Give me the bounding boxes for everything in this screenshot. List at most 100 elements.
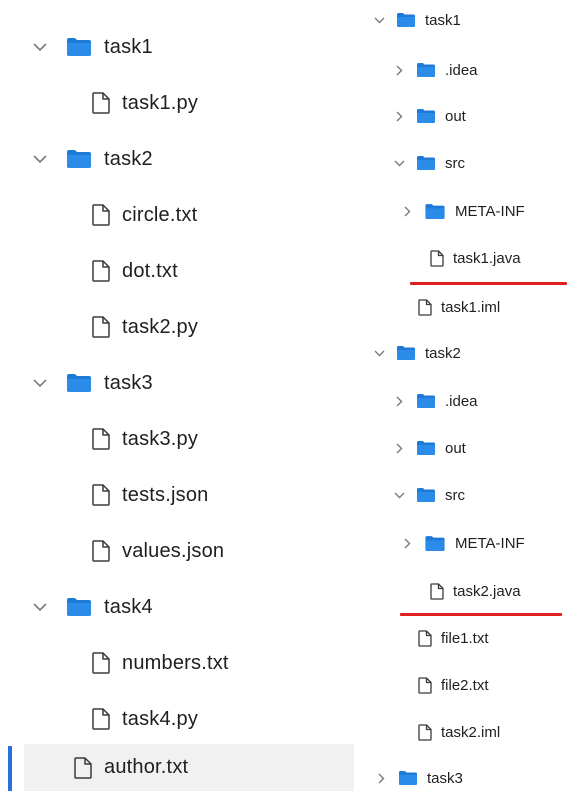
chevron-right-icon[interactable]: [392, 63, 406, 77]
chevron-down-icon[interactable]: [30, 149, 50, 169]
tree-item-label: file2.txt: [441, 676, 489, 694]
file-icon: [92, 484, 110, 506]
tree-file-task1-py[interactable]: task1.py: [92, 81, 198, 125]
file-icon: [92, 428, 110, 450]
tree-item-label: .idea: [445, 61, 478, 79]
tree-item-label: dot.txt: [122, 259, 178, 282]
tree-folder-src[interactable]: src: [392, 145, 465, 181]
left-file-tree: task1 task1.py task2 circle.txt dot.txt: [0, 0, 360, 791]
file-icon: [92, 652, 110, 674]
underline-mark: [400, 613, 562, 616]
chevron-down-icon[interactable]: [372, 346, 386, 360]
file-icon: [418, 298, 432, 316]
tree-file-task2-py[interactable]: task2.py: [92, 305, 198, 349]
tree-file-tests-json[interactable]: tests.json: [92, 473, 208, 517]
tree-item-label: src: [445, 486, 465, 504]
tree-folder-task3[interactable]: task3: [30, 361, 153, 405]
folder-icon: [416, 393, 436, 409]
folder-icon: [424, 535, 446, 552]
tree-item-label: values.json: [122, 539, 225, 562]
tree-item-label: author.txt: [104, 756, 189, 778]
chevron-right-icon[interactable]: [392, 441, 406, 455]
tree-item-label: task3: [427, 769, 463, 787]
file-icon: [92, 708, 110, 730]
tree-file-task1-java[interactable]: task1.java: [430, 240, 521, 276]
chevron-right-icon[interactable]: [392, 394, 406, 408]
tree-folder-task2[interactable]: task2: [372, 335, 461, 371]
tree-item-label: circle.txt: [122, 203, 198, 226]
tree-item-label: META-INF: [455, 534, 525, 552]
tree-folder-out[interactable]: out: [392, 430, 466, 466]
chevron-down-icon[interactable]: [392, 156, 406, 170]
tree-item-label: task4.py: [122, 707, 199, 730]
chevron-right-icon[interactable]: [400, 536, 414, 550]
folder-icon: [396, 345, 416, 361]
tree-item-label: file1.txt: [441, 629, 489, 647]
tree-item-label: out: [445, 439, 466, 457]
tree-folder-task1[interactable]: task1: [372, 2, 461, 38]
tree-item-label: task4: [104, 595, 153, 618]
tree-item-label: src: [445, 154, 465, 172]
tree-folder-idea[interactable]: .idea: [392, 52, 478, 88]
tree-folder-src[interactable]: src: [392, 477, 465, 513]
tree-item-label: task2.iml: [441, 723, 501, 741]
tree-file-author-txt[interactable]: author.txt: [24, 744, 354, 791]
chevron-down-icon[interactable]: [30, 373, 50, 393]
file-icon: [418, 629, 432, 647]
tree-item-label: .idea: [445, 392, 478, 410]
folder-icon: [66, 597, 92, 617]
tree-file-circle-txt[interactable]: circle.txt: [92, 193, 197, 237]
chevron-right-icon[interactable]: [374, 771, 388, 785]
folder-icon: [416, 62, 436, 78]
tree-file-task3-py[interactable]: task3.py: [92, 417, 198, 461]
tree-file-task2-iml[interactable]: task2.iml: [418, 714, 500, 750]
tree-item-label: task1: [425, 11, 461, 29]
tree-folder-task2[interactable]: task2: [30, 137, 153, 181]
chevron-right-icon[interactable]: [392, 109, 406, 123]
folder-icon: [66, 373, 92, 393]
right-file-tree: task1 .idea out src META-INF task1.java …: [360, 0, 567, 791]
folder-icon: [396, 12, 416, 28]
file-icon: [92, 260, 110, 282]
chevron-down-icon[interactable]: [372, 13, 386, 27]
file-icon: [92, 540, 110, 562]
selection-indicator: [8, 746, 12, 791]
tree-item-label: task2: [104, 147, 153, 170]
tree-item-label: task1: [104, 35, 153, 58]
file-icon: [430, 582, 444, 600]
chevron-down-icon[interactable]: [30, 597, 50, 617]
tree-item-label: META-INF: [455, 202, 525, 220]
folder-icon: [416, 440, 436, 456]
tree-item-label: tests.json: [122, 483, 209, 506]
file-icon: [418, 676, 432, 694]
tree-folder-idea[interactable]: .idea: [392, 383, 478, 419]
tree-item-label: task3.py: [122, 427, 199, 450]
tree-item-label: task1.iml: [441, 298, 501, 316]
tree-folder-meta-inf[interactable]: META-INF: [400, 525, 525, 561]
tree-folder-task1[interactable]: task1: [30, 25, 153, 69]
file-icon: [92, 316, 110, 338]
tree-file-file1-txt[interactable]: file1.txt: [418, 620, 489, 656]
tree-file-numbers-txt[interactable]: numbers.txt: [92, 641, 229, 685]
tree-file-dot-txt[interactable]: dot.txt: [92, 249, 178, 293]
tree-file-task2-java[interactable]: task2.java: [430, 573, 521, 609]
tree-folder-meta-inf[interactable]: META-INF: [400, 193, 525, 229]
tree-folder-task4[interactable]: task4: [30, 585, 153, 629]
tree-file-task1-iml[interactable]: task1.iml: [418, 289, 500, 325]
folder-icon: [66, 149, 92, 169]
file-icon: [92, 204, 110, 226]
tree-folder-out[interactable]: out: [392, 98, 466, 134]
tree-file-task4-py[interactable]: task4.py: [92, 697, 198, 741]
tree-file-file2-txt[interactable]: file2.txt: [418, 667, 489, 703]
chevron-down-icon[interactable]: [392, 488, 406, 502]
tree-item-label: task2: [425, 344, 461, 362]
file-icon: [418, 723, 432, 741]
chevron-down-icon[interactable]: [30, 37, 50, 57]
chevron-right-icon[interactable]: [400, 204, 414, 218]
tree-item-label: task1.java: [453, 249, 521, 267]
folder-icon: [416, 155, 436, 171]
file-icon: [74, 756, 92, 779]
tree-item-label: out: [445, 107, 466, 125]
tree-file-values-json[interactable]: values.json: [92, 529, 224, 573]
folder-icon: [398, 770, 418, 786]
